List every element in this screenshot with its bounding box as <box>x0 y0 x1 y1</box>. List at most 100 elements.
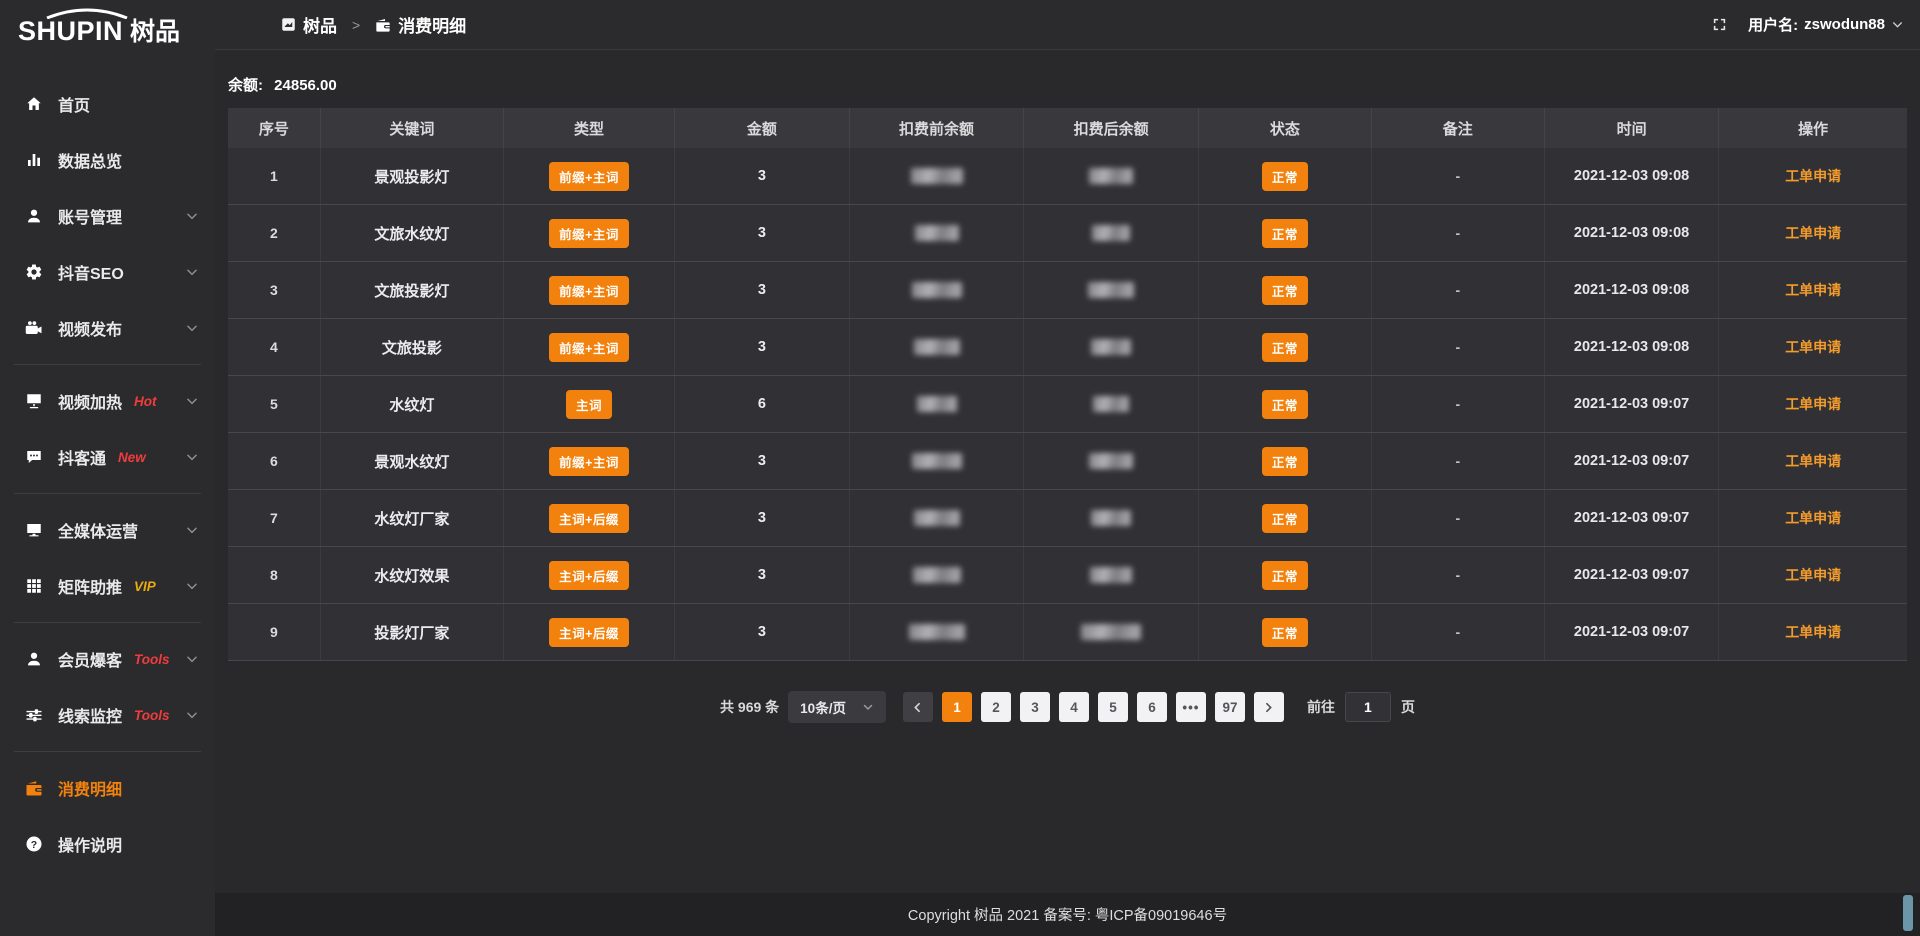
keyword-cell: 文旅投影灯 <box>320 262 503 319</box>
masked-balance <box>915 225 959 241</box>
pre-balance-cell <box>849 490 1024 547</box>
ellipsis-button[interactable]: ••• <box>1176 692 1206 722</box>
action-cell: 工单申请 <box>1719 148 1907 205</box>
sidebar-divider <box>14 364 201 365</box>
footer: Copyright 树品 2021 备案号: 粤ICP备09019646号 <box>215 893 1920 936</box>
sidebar: SHUPIN 树品 首页数据总览账号管理抖音SEO视频发布视频加热Hot抖客通N… <box>0 0 215 936</box>
row-index-cell: 9 <box>228 604 320 661</box>
type-badge: 主词+后缀 <box>549 504 629 533</box>
page-button-2[interactable]: 2 <box>981 692 1011 722</box>
sidebar-item-data-overview[interactable]: 数据总览 <box>0 132 215 188</box>
page-size-select[interactable]: 10条/页 <box>788 691 886 723</box>
action-cell: 工单申请 <box>1719 205 1907 262</box>
table-header-row: 序号关键词类型金额扣费前余额扣费后余额状态备注时间操作 <box>228 108 1907 148</box>
goto-page-input[interactable] <box>1345 692 1391 722</box>
masked-balance <box>912 453 962 469</box>
page-button-4[interactable]: 4 <box>1059 692 1089 722</box>
sidebar-item-matrix-boost[interactable]: 矩阵助推VIP <box>0 558 215 614</box>
breadcrumb: 树品 > 消费明细 <box>281 12 466 37</box>
sidebar-item-clue-monitor[interactable]: 线索监控Tools <box>0 687 215 743</box>
table-row: 3文旅投影灯前缀+主词3正常-2021-12-03 09:08工单申请 <box>228 262 1907 319</box>
action-link[interactable]: 工单申请 <box>1785 225 1841 241</box>
goto-page: 前往 页 <box>1307 692 1415 722</box>
row-index-cell: 1 <box>228 148 320 205</box>
action-link[interactable]: 工单申请 <box>1785 510 1841 526</box>
status-badge: 正常 <box>1262 276 1308 305</box>
action-link[interactable]: 工单申请 <box>1785 624 1841 640</box>
monitor-icon <box>24 521 44 539</box>
next-page-button[interactable] <box>1254 692 1284 722</box>
action-link[interactable]: 工单申请 <box>1785 396 1841 412</box>
goto-label: 前往 <box>1307 697 1335 717</box>
action-link[interactable]: 工单申请 <box>1785 339 1841 355</box>
main-column: 树品 > 消费明细 用户名: zswodun88 余额: 24856.00 <box>215 0 1920 936</box>
pagination: 共 969 条 10条/页 123456•••97 前往 页 <box>228 691 1907 723</box>
page-button-6[interactable]: 6 <box>1137 692 1167 722</box>
sidebar-item-douyin-seo[interactable]: 抖音SEO <box>0 244 215 300</box>
type-badge: 前缀+主词 <box>549 333 629 362</box>
prev-page-button[interactable] <box>903 692 933 722</box>
chevron-down-icon <box>185 321 199 335</box>
table-row: 6景观水纹灯前缀+主词3正常-2021-12-03 09:07工单申请 <box>228 433 1907 490</box>
page-button-3[interactable]: 3 <box>1020 692 1050 722</box>
masked-balance <box>1081 624 1141 640</box>
status-badge: 正常 <box>1262 333 1308 362</box>
topbar-right: 用户名: zswodun88 <box>1711 14 1904 35</box>
action-link[interactable]: 工单申请 <box>1785 168 1841 184</box>
sidebar-menu: 首页数据总览账号管理抖音SEO 视频发布视频加热Hot抖客通New 全媒体运营矩阵助… <box>0 68 215 872</box>
status-badge: 正常 <box>1262 447 1308 476</box>
page-button-1[interactable]: 1 <box>942 692 972 722</box>
sidebar-item-home[interactable]: 首页 <box>0 76 215 132</box>
breadcrumb-root[interactable]: 树品 <box>303 12 337 37</box>
brand-name-cn: 树品 <box>130 12 180 48</box>
status-cell: 正常 <box>1198 490 1371 547</box>
sidebar-item-badge: VIP <box>134 579 156 594</box>
question-icon: ? <box>24 835 44 853</box>
logo-arc <box>44 7 130 19</box>
chevron-down-icon <box>185 209 199 223</box>
row-index-cell: 4 <box>228 319 320 376</box>
chevron-down-icon <box>1891 18 1904 31</box>
page-button-97[interactable]: 97 <box>1215 692 1245 722</box>
floating-widget[interactable] <box>1903 895 1913 931</box>
chevron-left-icon <box>911 701 924 714</box>
sidebar-item-video-publish[interactable]: 视频发布 <box>0 300 215 356</box>
remark-cell: - <box>1371 376 1544 433</box>
sidebar-item-douketong[interactable]: 抖客通New <box>0 429 215 485</box>
masked-balance <box>1091 510 1131 526</box>
table-row: 7水纹灯厂家主词+后缀3正常-2021-12-03 09:07工单申请 <box>228 490 1907 547</box>
action-link[interactable]: 工单申请 <box>1785 282 1841 298</box>
sidebar-divider <box>14 493 201 494</box>
amount-cell: 3 <box>675 319 850 376</box>
type-badge: 主词 <box>566 390 612 419</box>
user-menu[interactable]: 用户名: zswodun88 <box>1748 14 1904 35</box>
action-cell: 工单申请 <box>1719 604 1907 661</box>
sidebar-item-badge: Tools <box>134 652 170 667</box>
sidebar-item-label: 抖音SEO <box>58 260 124 284</box>
type-cell: 主词+后缀 <box>503 604 674 661</box>
chevron-down-icon <box>185 450 199 464</box>
sidebar-item-label: 数据总览 <box>58 148 122 172</box>
user-icon <box>24 207 44 225</box>
amount-cell: 3 <box>675 604 850 661</box>
action-link[interactable]: 工单申请 <box>1785 567 1841 583</box>
sidebar-item-media-operation[interactable]: 全媒体运营 <box>0 502 215 558</box>
fullscreen-icon[interactable] <box>1711 16 1728 33</box>
sidebar-item-member-burst[interactable]: 会员爆客Tools <box>0 631 215 687</box>
table-row: 4文旅投影前缀+主词3正常-2021-12-03 09:08工单申请 <box>228 319 1907 376</box>
sidebar-item-consume-detail[interactable]: 消费明细 <box>0 760 215 816</box>
keyword-cell: 水纹灯厂家 <box>320 490 503 547</box>
sidebar-item-account[interactable]: 账号管理 <box>0 188 215 244</box>
sidebar-item-help[interactable]: ?操作说明 <box>0 816 215 872</box>
username-value: zswodun88 <box>1804 16 1885 33</box>
time-cell: 2021-12-03 09:08 <box>1544 262 1719 319</box>
remark-cell: - <box>1371 148 1544 205</box>
brand-icon <box>281 17 296 32</box>
amount-cell: 3 <box>675 490 850 547</box>
status-cell: 正常 <box>1198 262 1371 319</box>
sidebar-item-video-heat[interactable]: 视频加热Hot <box>0 373 215 429</box>
grid-icon <box>24 577 44 595</box>
action-link[interactable]: 工单申请 <box>1785 453 1841 469</box>
type-cell: 前缀+主词 <box>503 433 674 490</box>
page-button-5[interactable]: 5 <box>1098 692 1128 722</box>
